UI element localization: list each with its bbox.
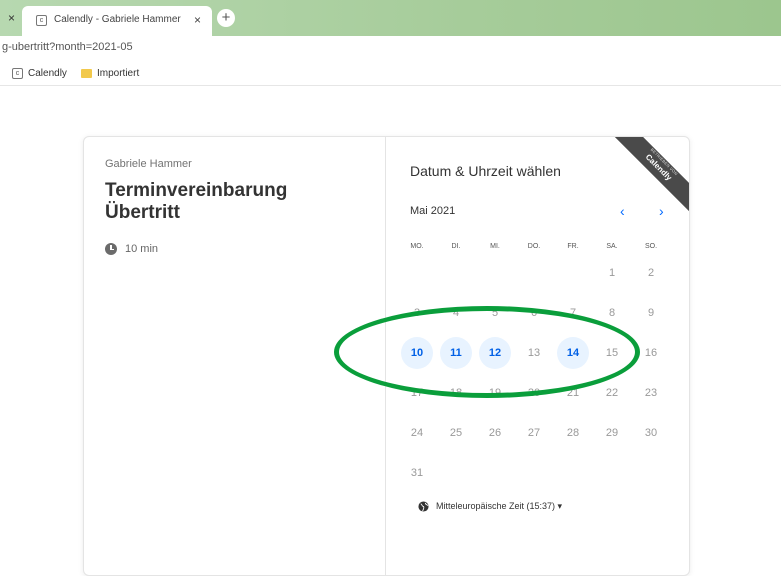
calendar-day: 23 (644, 387, 658, 399)
month-label: Mai 2021 (410, 205, 456, 217)
folder-icon (81, 68, 92, 78)
weekday-label: DI. (451, 243, 461, 250)
calendar-day: 15 (605, 347, 619, 359)
browser-tab[interactable]: c Calendly - Gabriele Hammer × (22, 6, 212, 36)
bookmark-label: Calendly (28, 67, 67, 79)
weekday-label: SA. (606, 243, 618, 250)
bookmark-calendly[interactable]: c Calendly (12, 66, 67, 80)
available-day-button[interactable]: 14 (557, 337, 589, 369)
url-text[interactable]: g-ubertritt?month=2021-05 (2, 41, 133, 53)
address-bar[interactable]: g-ubertritt?month=2021-05 (0, 36, 781, 60)
available-day-button[interactable]: 11 (440, 337, 472, 369)
weekday-label: MO. (410, 243, 424, 250)
calendar-day: 17 (410, 387, 424, 399)
calendar-pane: Datum & Uhrzeit wählen BETRIEBEN VON Cal… (387, 137, 689, 575)
event-duration: 10 min (105, 243, 158, 255)
calendar-day: 25 (449, 427, 463, 439)
calendar-day: 20 (527, 387, 541, 399)
timezone-label: Mitteleuropäische Zeit (15:37) ▾ (436, 501, 563, 511)
prev-month-button[interactable]: ‹ (620, 203, 625, 219)
new-tab-button[interactable]: + (217, 9, 235, 27)
calendar-day: 16 (644, 347, 658, 359)
calendar-day: 26 (488, 427, 502, 439)
weekday-label: SO. (644, 243, 658, 250)
timezone-selector[interactable]: Mitteleuropäische Zeit (15:37) ▾ (418, 501, 562, 512)
calendar-day: 24 (410, 427, 424, 439)
browser-tabstrip: × c Calendly - Gabriele Hammer × + (0, 0, 781, 36)
calendar-day: 6 (530, 307, 538, 319)
calendar-day: 19 (488, 387, 502, 399)
calendar-day: 22 (605, 387, 619, 399)
calendar-day: 9 (647, 307, 655, 319)
calendar-day: 30 (644, 427, 658, 439)
calendar-day: 2 (647, 267, 655, 279)
select-date-heading: Datum & Uhrzeit wählen (410, 163, 561, 179)
calendar-day: 5 (491, 307, 499, 319)
duration-text: 10 min (125, 243, 159, 255)
tab-title: Calendly - Gabriele Hammer (54, 14, 181, 25)
tab-close-icon[interactable]: × (194, 13, 201, 27)
calendar-day: 3 (413, 307, 421, 319)
calendar-day: 21 (566, 387, 580, 399)
bookmark-importiert[interactable]: Importiert (81, 66, 139, 80)
calendar-day: 18 (449, 387, 463, 399)
calendar-day: 4 (452, 307, 460, 319)
clock-icon (105, 243, 117, 255)
calendar-day: 1 (608, 267, 616, 279)
calendar-day: 28 (566, 427, 580, 439)
globe-icon (418, 501, 429, 512)
host-name: Gabriele Hammer (105, 158, 192, 170)
calendar-day: 29 (605, 427, 619, 439)
close-icon[interactable]: × (8, 11, 15, 25)
available-day-button[interactable]: 10 (401, 337, 433, 369)
next-month-button[interactable]: › (659, 203, 664, 219)
weekday-label: FR. (567, 243, 579, 250)
bookmark-label: Importiert (97, 67, 140, 79)
weekday-label: DO. (527, 243, 541, 250)
weekday-label: MI. (490, 243, 500, 250)
event-title: Terminvereinbarung Übertritt (105, 180, 288, 223)
calendar-day: 8 (608, 307, 616, 319)
event-details-pane: Gabriele Hammer Terminvereinbarung Übert… (84, 137, 386, 575)
scheduling-card: Gabriele Hammer Terminvereinbarung Übert… (83, 136, 690, 576)
available-day-button[interactable]: 12 (479, 337, 511, 369)
calendly-icon: c (12, 67, 23, 79)
calendar-day: 31 (410, 467, 424, 479)
calendly-icon: c (36, 15, 47, 26)
calendar-day: 7 (569, 307, 577, 319)
calendar-day: 27 (527, 427, 541, 439)
bookmarks-bar: c Calendly Importiert (0, 60, 781, 86)
calendar-day: 13 (527, 347, 541, 359)
